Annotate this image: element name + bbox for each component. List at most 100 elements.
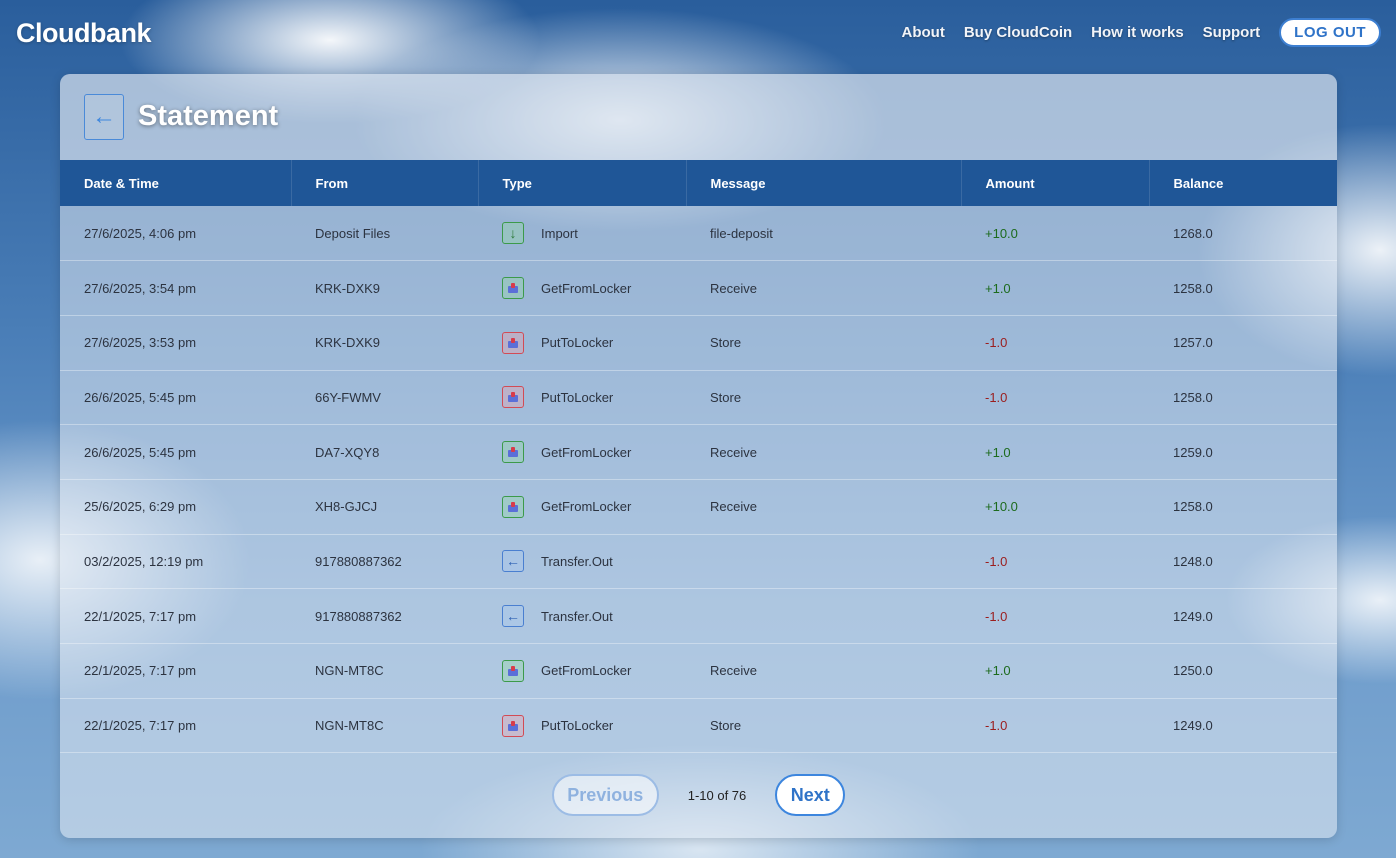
type-label: Transfer.Out [541, 608, 613, 624]
put-to-locker-icon [502, 331, 524, 354]
cell-from: NGN-MT8C [315, 663, 384, 679]
cell-balance: 1250.0 [1173, 663, 1213, 679]
arrow-left-icon: ← [92, 103, 116, 130]
import-arrow-icon: ↓ [502, 222, 524, 245]
type-label: Import [541, 225, 578, 241]
cell-from: XH8-GJCJ [315, 499, 378, 515]
brand-logo[interactable]: Cloudbank [16, 18, 152, 49]
type-label: GetFromLocker [541, 280, 632, 296]
cell-from: DA7-XQY8 [315, 444, 380, 460]
cell-date: 22/1/2025, 7:17 pm [84, 663, 197, 679]
cell-date: 03/2/2025, 12:19 pm [84, 553, 204, 569]
nav-link-how-it-works[interactable]: How it works [1091, 24, 1184, 41]
table-row[interactable]: 27/6/2025, 3:53 pm KRK-DXK9 PutToLocker Sto… [60, 315, 1337, 371]
cell-date: 25/6/2025, 6:29 pm [84, 499, 197, 515]
cell-amount: -1.0 [985, 718, 1008, 734]
cell-type: ← Transfer.Out [478, 589, 686, 644]
type-label: PutToLocker [541, 389, 614, 405]
cell-type: PutToLocker [478, 315, 686, 370]
cell-balance: 1268.0 [1173, 225, 1213, 241]
column-header-date[interactable]: Date & Time [60, 160, 292, 206]
cell-type: GetFromLocker [478, 261, 686, 316]
top-nav: About Buy CloudCoin How it works Support… [902, 18, 1381, 47]
cell-message: Receive [710, 280, 757, 296]
table-row[interactable]: 03/2/2025, 12:19 pm 917880887362 ← Transfer… [60, 534, 1337, 589]
panel-header: ← Statement [60, 74, 1337, 160]
cell-amount: +10.0 [985, 499, 1018, 515]
cell-amount: -1.0 [985, 608, 1008, 624]
cell-type: ↓ Import [478, 206, 686, 261]
cell-balance: 1258.0 [1173, 499, 1213, 515]
cell-message: file-deposit [710, 225, 773, 241]
previous-button[interactable]: Previous [551, 774, 659, 816]
nav-link-buy-cloudcoin[interactable]: Buy CloudCoin [964, 24, 1072, 41]
cell-amount: +1.0 [985, 663, 1011, 679]
cell-message: Store [710, 718, 742, 734]
table-row[interactable]: 22/1/2025, 7:17 pm 917880887362 ← Transfer.… [60, 589, 1337, 644]
table-row[interactable]: 25/6/2025, 6:29 pm XH8-GJCJ GetFromLocker R… [60, 479, 1337, 535]
cell-type: GetFromLocker [478, 644, 686, 699]
back-button[interactable]: ← [84, 94, 124, 140]
next-button[interactable]: Next [775, 774, 846, 816]
type-label: PutToLocker [541, 335, 614, 351]
cell-balance: 1258.0 [1173, 389, 1213, 405]
nav-link-support[interactable]: Support [1203, 24, 1261, 41]
column-header-balance[interactable]: Balance [1149, 160, 1337, 206]
page-title: Statement [138, 100, 279, 132]
cell-from: KRK-DXK9 [315, 280, 381, 296]
put-to-locker-icon [502, 714, 524, 737]
cell-message: Receive [710, 444, 757, 460]
cell-date: 22/1/2025, 7:17 pm [84, 718, 197, 734]
cell-balance: 1257.0 [1173, 335, 1213, 351]
cell-date: 26/6/2025, 5:45 pm [84, 444, 197, 460]
table-row[interactable]: 27/6/2025, 3:54 pm KRK-DXK9 GetFromLocker R… [60, 261, 1337, 316]
cell-date: 26/6/2025, 5:45 pm [84, 389, 197, 405]
cell-balance: 1248.0 [1173, 553, 1213, 569]
nav-link-about[interactable]: About [902, 24, 945, 41]
table-row[interactable]: 26/6/2025, 5:45 pm DA7-XQY8 GetFromLocker R… [60, 425, 1337, 480]
cell-message: Store [710, 389, 742, 405]
type-label: GetFromLocker [541, 444, 632, 460]
table-row[interactable]: 27/6/2025, 4:06 pm Deposit Files ↓ Import fi… [60, 206, 1337, 261]
cell-balance: 1249.0 [1173, 718, 1213, 734]
column-header-type[interactable]: Type [478, 160, 687, 206]
cell-amount: -1.0 [985, 553, 1008, 569]
cell-date: 22/1/2025, 7:17 pm [84, 608, 197, 624]
column-header-from[interactable]: From [291, 160, 479, 206]
column-header-message[interactable]: Message [686, 160, 962, 206]
cell-amount: -1.0 [985, 389, 1008, 405]
table-row[interactable]: 22/1/2025, 7:17 pm NGN-MT8C PutToLocker Sto… [60, 698, 1337, 753]
cell-from: Deposit Files [315, 225, 391, 241]
cell-message [686, 534, 961, 589]
cell-from: 917880887362 [315, 608, 402, 624]
put-to-locker-icon [502, 386, 524, 409]
table-row[interactable]: 22/1/2025, 7:17 pm NGN-MT8C GetFromLocker R… [60, 644, 1337, 699]
get-from-locker-icon [502, 441, 524, 464]
cell-from: NGN-MT8C [315, 718, 384, 734]
get-from-locker-icon [502, 659, 524, 682]
cell-date: 27/6/2025, 3:54 pm [84, 280, 197, 296]
cell-balance: 1258.0 [1173, 280, 1213, 296]
cell-from: 66Y-FWMV [315, 389, 381, 405]
table-row[interactable]: 26/6/2025, 5:45 pm 66Y-FWMV PutToLocker Sto… [60, 370, 1337, 425]
cell-from: 917880887362 [315, 553, 402, 569]
cell-type: GetFromLocker [478, 479, 686, 534]
transfer-out-icon: ← [502, 550, 524, 573]
cell-balance: 1249.0 [1173, 608, 1213, 624]
type-label: GetFromLocker [541, 663, 632, 679]
transfer-out-icon: ← [502, 605, 524, 628]
type-label: PutToLocker [541, 718, 614, 734]
get-from-locker-icon [502, 495, 524, 518]
cell-amount: +10.0 [985, 225, 1018, 241]
cell-amount: +1.0 [985, 280, 1011, 296]
pagination: Previous 1-10 of 76 Next [60, 772, 1337, 818]
page-info: 1-10 of 76 [687, 787, 747, 803]
cell-amount: +1.0 [985, 444, 1011, 460]
statement-panel: ← Statement Date & Time From Type Messag… [60, 74, 1337, 838]
cell-message: Receive [710, 663, 757, 679]
column-header-amount[interactable]: Amount [961, 160, 1150, 206]
cell-type: ← Transfer.Out [478, 534, 686, 589]
cell-type: GetFromLocker [478, 425, 686, 480]
logout-button[interactable]: LOG OUT [1279, 18, 1381, 47]
cell-message: Store [710, 335, 742, 351]
